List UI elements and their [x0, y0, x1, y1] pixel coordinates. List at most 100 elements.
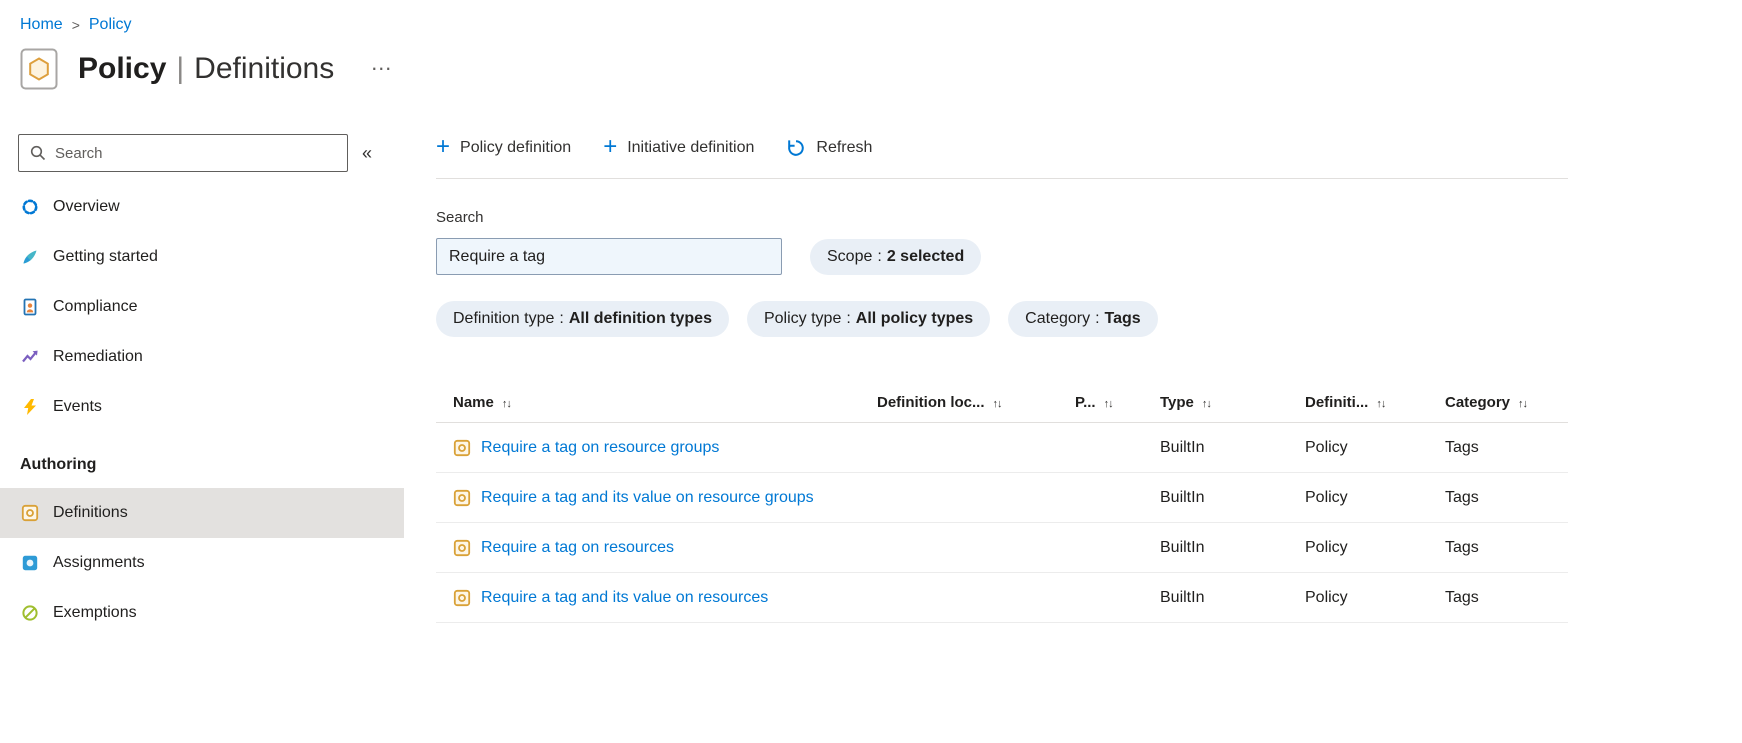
remediation-icon [20, 348, 40, 366]
table-header-row: Name ↑↓ Definition loc... ↑↓ P... ↑↓ Typ… [436, 383, 1568, 423]
sort-icon: ↑↓ [1201, 397, 1212, 410]
definition-link[interactable]: Require a tag on resource groups [481, 439, 849, 457]
sidebar-item-label: Assignments [53, 554, 145, 571]
sidebar-item-exemptions[interactable]: Exemptions [0, 588, 404, 638]
table-row: Require a tag on resource groups BuiltIn… [436, 423, 1568, 473]
sidebar-search-box[interactable] [18, 134, 348, 172]
sidebar-item-getting-started[interactable]: Getting started [0, 232, 404, 282]
policy-definition-icon [453, 589, 471, 607]
column-label: Definition loc... [877, 394, 985, 411]
more-menu-button[interactable]: … [370, 52, 394, 74]
sidebar-search-row: « [0, 134, 404, 172]
policy-definition-icon [453, 439, 471, 457]
policy-definition-button[interactable]: + Policy definition [436, 135, 571, 160]
toolbar-button-label: Refresh [816, 139, 873, 156]
column-label: Category [1445, 394, 1511, 411]
filter-pill-category[interactable]: Category : Tags [1008, 301, 1158, 337]
filter-pill-scope[interactable]: Scope : 2 selected [810, 238, 982, 275]
page-title-secondary: Definitions [194, 52, 335, 85]
filter-pill-policy-type[interactable]: Policy type : All policy types [746, 301, 991, 337]
definitions-icon [20, 504, 40, 522]
column-header-policies[interactable]: P... ↑↓ [1075, 394, 1160, 411]
filter-row-1: Scope : 2 selected [436, 238, 1568, 275]
definition-search-box[interactable] [436, 238, 782, 275]
sort-icon: ↑↓ [1103, 397, 1114, 410]
search-icon [28, 144, 48, 162]
cell-type: BuiltIn [1160, 488, 1205, 506]
overview-icon [20, 198, 40, 216]
page-title-separator: | [176, 52, 185, 85]
cell-type: BuiltIn [1160, 538, 1205, 556]
cell-category: Tags [1445, 488, 1479, 506]
sidebar-section-authoring: Authoring [20, 456, 97, 473]
sidebar-nav: Overview Getting started Compliance Reme… [0, 182, 404, 638]
column-header-type[interactable]: Type ↑↓ [1160, 394, 1305, 411]
filter-row-2: Definition type : All definition types P… [436, 301, 1568, 337]
pill-value: All policy types [855, 310, 974, 327]
pill-colon: : [559, 310, 564, 327]
page-title-primary: Policy [78, 52, 167, 85]
sort-icon: ↑↓ [1518, 397, 1528, 410]
sidebar-item-label: Definitions [53, 504, 128, 521]
pill-colon: : [1095, 310, 1100, 327]
sidebar-item-overview[interactable]: Overview [0, 182, 404, 232]
column-label: Type [1160, 394, 1194, 411]
definition-link[interactable]: Require a tag on resources [481, 539, 849, 557]
refresh-icon [786, 138, 806, 158]
filter-pill-definition-type[interactable]: Definition type : All definition types [436, 301, 729, 337]
column-header-name[interactable]: Name ↑↓ [453, 394, 877, 411]
compliance-icon [20, 298, 40, 316]
breadcrumb-home-link[interactable]: Home [20, 16, 63, 34]
sidebar-item-definitions[interactable]: Definitions [0, 488, 404, 538]
table-row: Require a tag on resources BuiltIn Polic… [436, 523, 1568, 573]
cell-name: Require a tag on resource groups [453, 439, 877, 457]
sidebar-item-label: Getting started [53, 248, 158, 265]
sidebar-item-assignments[interactable]: Assignments [0, 538, 404, 588]
column-header-category[interactable]: Category ↑↓ [1445, 394, 1568, 411]
breadcrumb-policy-link[interactable]: Policy [89, 16, 132, 34]
definition-link[interactable]: Require a tag and its value on resources [481, 589, 849, 607]
pill-label: Scope [827, 247, 873, 265]
table-row: Require a tag and its value on resources… [436, 573, 1568, 623]
definition-search-input[interactable] [449, 247, 769, 266]
sidebar-item-label: Events [53, 398, 102, 415]
pill-value: 2 selected [886, 247, 965, 265]
breadcrumb-separator: > [71, 17, 80, 33]
sidebar-item-compliance[interactable]: Compliance [0, 282, 404, 332]
plus-icon: + [603, 133, 618, 160]
sidebar-item-label: Exemptions [53, 604, 137, 621]
column-header-definition-location[interactable]: Definition loc... ↑↓ [877, 394, 1075, 411]
policy-definition-icon [453, 489, 471, 507]
pill-label: Definition type [453, 310, 555, 327]
cell-definition-type: Policy [1305, 438, 1348, 456]
column-label: Name [453, 394, 494, 411]
cell-name: Require a tag and its value on resource … [453, 489, 877, 507]
column-header-definition-type[interactable]: Definiti... ↑↓ [1305, 394, 1445, 411]
column-label: Definiti... [1305, 394, 1369, 411]
pill-colon: : [877, 247, 882, 265]
sidebar-collapse-button[interactable]: « [362, 143, 372, 164]
cell-type: BuiltIn [1160, 588, 1205, 606]
breadcrumb: Home > Policy [0, 0, 1742, 34]
pill-colon: : [846, 310, 851, 327]
toolbar-button-label: Initiative definition [627, 139, 755, 156]
pill-value: Tags [1104, 310, 1141, 327]
column-label: P... [1075, 394, 1096, 411]
refresh-button[interactable]: Refresh [786, 138, 872, 158]
command-bar: + Policy definition + Initiative definit… [436, 134, 1568, 179]
cell-definition-type: Policy [1305, 588, 1348, 606]
definition-link[interactable]: Require a tag and its value on resource … [481, 489, 849, 507]
cell-definition-type: Policy [1305, 538, 1348, 556]
cell-name: Require a tag and its value on resources [453, 589, 877, 607]
pill-label: Policy type [763, 310, 842, 327]
page-header: Policy | Definitions … [20, 48, 1742, 90]
sidebar-item-events[interactable]: Events [0, 382, 404, 432]
content: « Overview Getting started Compliance [0, 134, 1742, 638]
sidebar-item-remediation[interactable]: Remediation [0, 332, 404, 382]
sidebar-search-input[interactable] [55, 144, 338, 162]
cell-definition-type: Policy [1305, 488, 1348, 506]
cell-name: Require a tag on resources [453, 539, 877, 557]
pill-label: Category [1025, 310, 1091, 327]
getting-started-icon [20, 248, 40, 266]
initiative-definition-button[interactable]: + Initiative definition [603, 133, 755, 160]
